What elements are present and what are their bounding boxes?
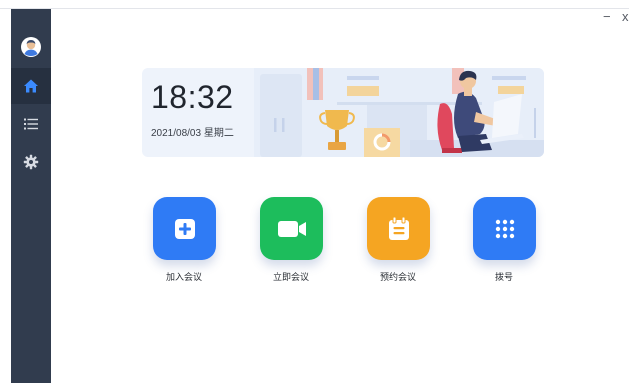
instant-meeting-button[interactable] — [260, 197, 323, 260]
gear-icon — [23, 154, 39, 170]
clock-date: 2021/08/03 星期二 — [151, 128, 234, 139]
join-meeting-button[interactable] — [153, 197, 216, 260]
minimize-button[interactable]: − — [603, 9, 611, 25]
sidebar-item-profile[interactable] — [11, 29, 51, 65]
video-camera-icon — [277, 220, 306, 237]
schedule-meeting-button[interactable] — [367, 197, 430, 260]
instant-meeting-label: 立即会议 — [272, 272, 309, 282]
sidebar-item-list[interactable] — [11, 106, 51, 142]
schedule-meeting-label: 预约会议 — [379, 272, 416, 282]
plus-icon — [174, 218, 195, 239]
avatar-icon — [22, 38, 40, 56]
home-icon — [24, 79, 38, 93]
close-button[interactable]: x — [622, 9, 629, 25]
list-icon — [24, 118, 38, 130]
dial-label: 拨号 — [494, 272, 513, 282]
sidebar — [11, 9, 51, 383]
join-meeting-label: 加入会议 — [165, 272, 202, 282]
dial-button[interactable] — [473, 197, 536, 260]
window-top-border — [0, 8, 629, 9]
clock-time: 18:32 — [151, 79, 234, 115]
sidebar-item-home[interactable] — [11, 68, 51, 104]
keypad-icon — [495, 219, 514, 238]
calendar-icon — [388, 216, 409, 240]
avatar — [21, 37, 41, 57]
sidebar-item-settings[interactable] — [11, 144, 51, 180]
